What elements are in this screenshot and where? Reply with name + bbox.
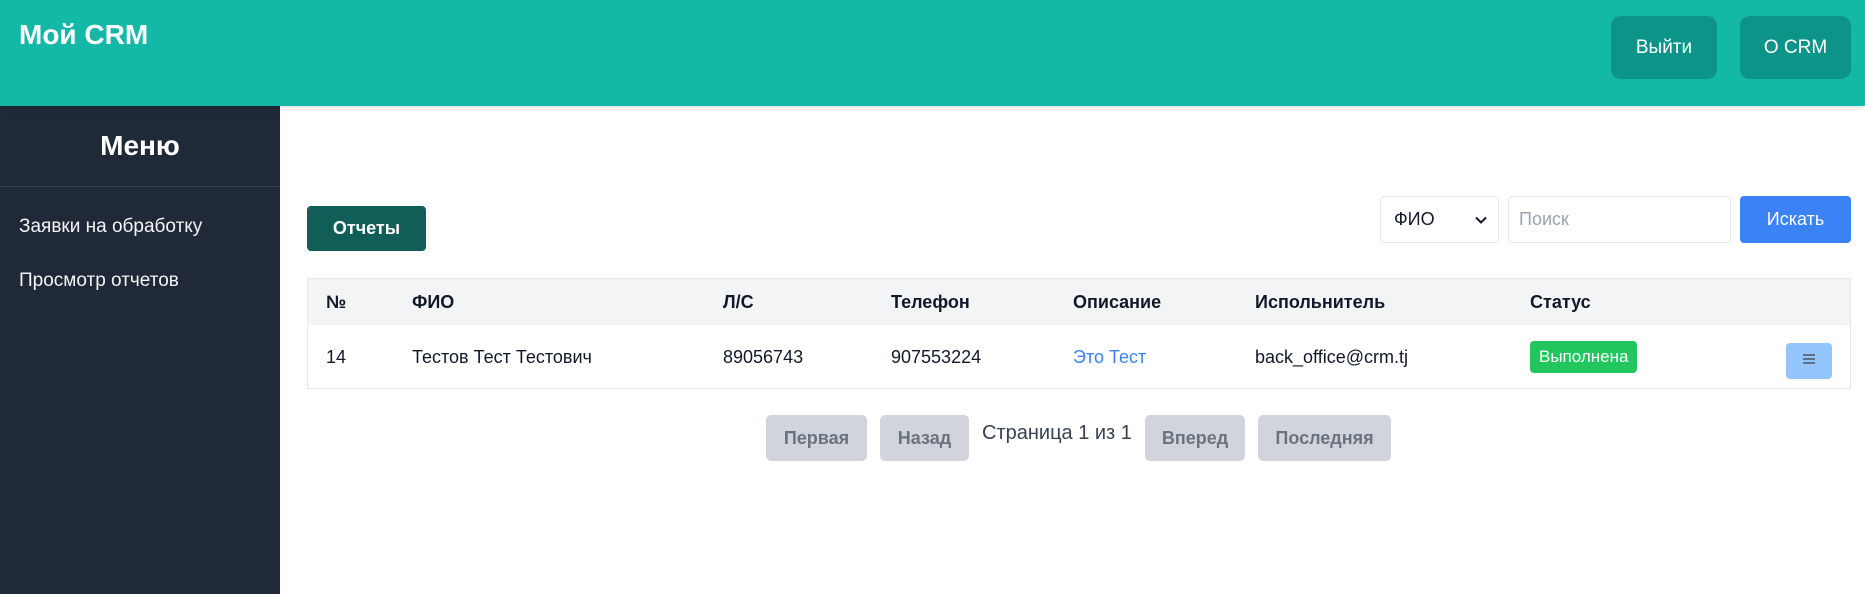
search-input[interactable] bbox=[1508, 196, 1731, 243]
search-field-select[interactable]: ФИО bbox=[1380, 196, 1499, 243]
pagination-info: Страница 1 из 1 bbox=[982, 422, 1132, 444]
logout-button[interactable]: Выйти bbox=[1611, 16, 1717, 79]
search-button[interactable]: Искать bbox=[1740, 196, 1851, 243]
app-brand[interactable]: Мой CRM bbox=[19, 19, 148, 51]
reports-button[interactable]: Отчеты bbox=[307, 206, 426, 251]
cell-fio: Тестов Тест Тестович bbox=[412, 347, 592, 367]
pagination-last-button[interactable]: Последняя bbox=[1258, 415, 1391, 461]
cell-phone: 907553224 bbox=[891, 347, 982, 367]
sidebar: Меню Заявки на обработку Просмотр отчето… bbox=[0, 106, 280, 594]
top-header: Мой CRM Выйти О CRM bbox=[0, 0, 1865, 106]
cell-executor: back_office@crm.tj bbox=[1255, 347, 1408, 367]
requests-table: № ФИО Л/С Телефон Описание Испольнитель … bbox=[307, 278, 1851, 389]
search-field-selected: ФИО bbox=[1394, 209, 1435, 229]
pagination-next-button[interactable]: Вперед bbox=[1145, 415, 1245, 461]
sidebar-item-reports-view[interactable]: Просмотр отчетов bbox=[19, 270, 179, 292]
table-header: № ФИО Л/С Телефон Описание Испольнитель … bbox=[308, 279, 1850, 325]
pagination-back-button[interactable]: Назад bbox=[880, 415, 969, 461]
column-header-phone: Телефон bbox=[891, 292, 970, 312]
column-header-status: Статус bbox=[1530, 292, 1591, 312]
chevron-down-icon bbox=[1474, 211, 1488, 232]
sidebar-item-requests[interactable]: Заявки на обработку bbox=[19, 216, 202, 238]
cell-number: 14 bbox=[326, 347, 347, 367]
column-header-fio: ФИО bbox=[412, 292, 455, 312]
hamburger-menu-icon bbox=[1802, 352, 1816, 370]
about-crm-button[interactable]: О CRM bbox=[1740, 16, 1851, 79]
column-header-number: № bbox=[326, 292, 347, 312]
cell-account: 89056743 bbox=[723, 347, 804, 367]
pagination-first-button[interactable]: Первая bbox=[766, 415, 867, 461]
column-header-account: Л/С bbox=[723, 292, 754, 312]
status-badge: Выполнена bbox=[1530, 341, 1638, 373]
sidebar-title: Меню bbox=[0, 106, 280, 187]
cell-description-link[interactable]: Это Тест bbox=[1073, 347, 1146, 368]
row-actions-button[interactable] bbox=[1786, 343, 1832, 379]
column-header-description: Описание bbox=[1073, 292, 1162, 312]
column-header-executor: Испольнитель bbox=[1255, 292, 1386, 312]
